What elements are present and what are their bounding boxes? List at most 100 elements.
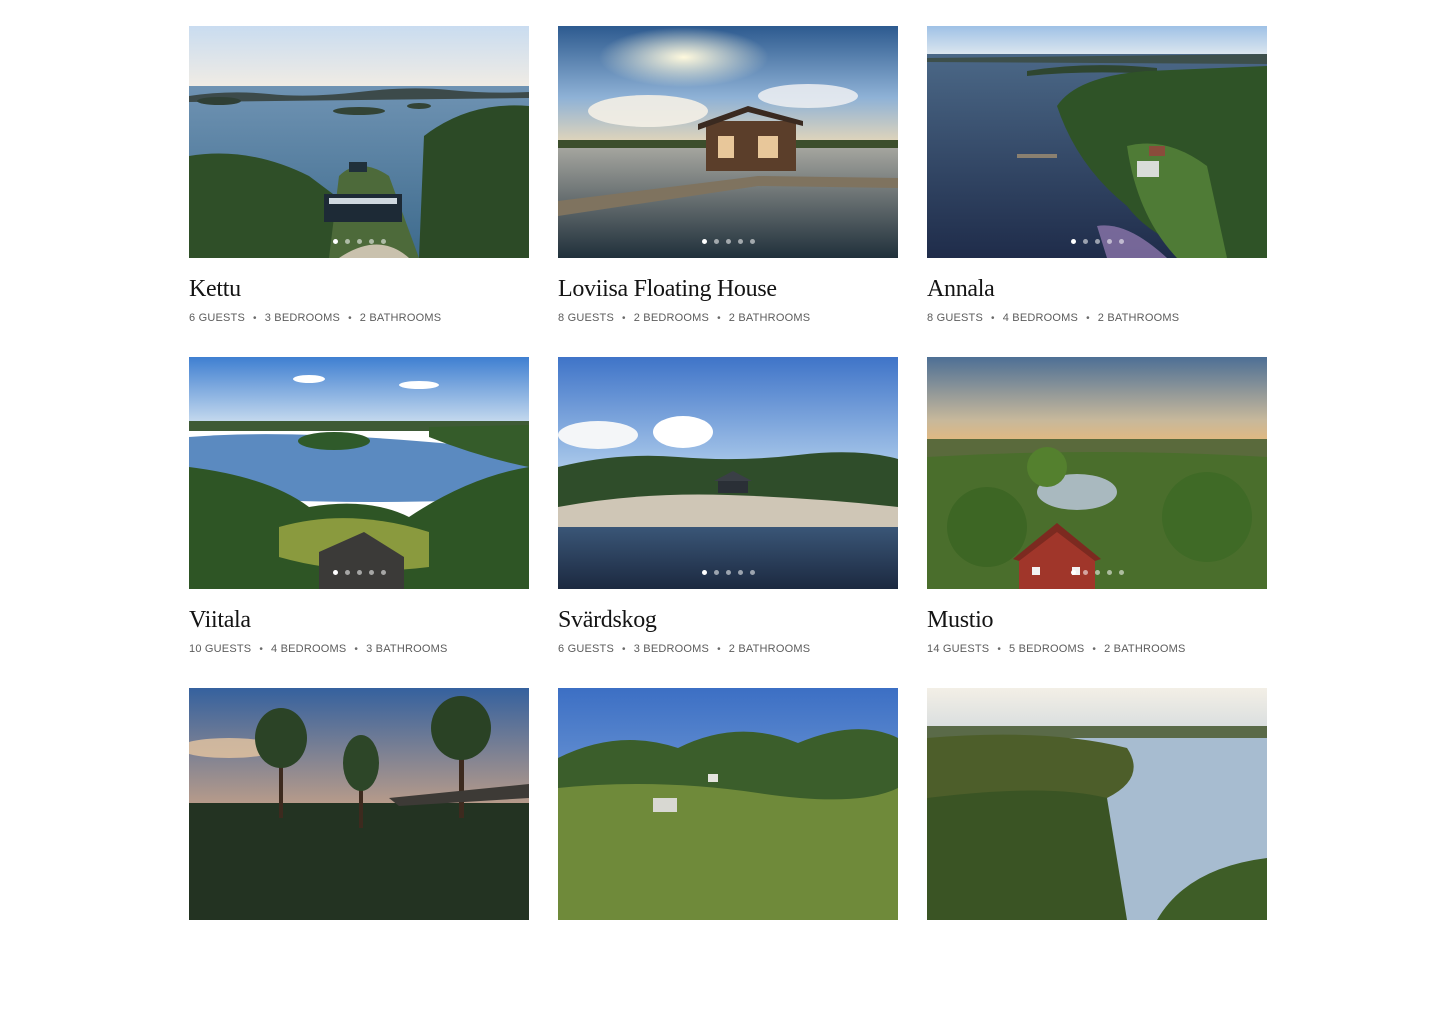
listing-photo[interactable]: [927, 26, 1267, 258]
separator: •: [717, 643, 721, 655]
listing-photo-image: [927, 26, 1267, 258]
listing-photo[interactable]: [927, 357, 1267, 589]
guests-count: 10 GUESTS: [189, 643, 252, 655]
carousel-dot[interactable]: [1070, 239, 1076, 244]
listing-title[interactable]: Mustio: [927, 607, 1267, 634]
separator: •: [253, 312, 257, 324]
bedrooms-count: 3 BEDROOMS: [264, 312, 341, 324]
carousel-dots[interactable]: [558, 239, 898, 244]
listing-photo[interactable]: [189, 688, 529, 920]
listing-card[interactable]: Mustio 14 GUESTS • 5 BEDROOMS • 2 BATHRO…: [927, 357, 1267, 688]
separator: •: [348, 312, 352, 324]
carousel-dots[interactable]: [189, 570, 529, 575]
carousel-dot[interactable]: [713, 239, 719, 244]
carousel-dot[interactable]: [701, 239, 707, 244]
listing-photo-image: [558, 357, 898, 589]
listing-photo-image: [189, 688, 529, 920]
bathrooms-count: 2 BATHROOMS: [1097, 312, 1180, 324]
bedrooms-count: 5 BEDROOMS: [1009, 643, 1085, 655]
listing-card[interactable]: [558, 688, 898, 1019]
carousel-dot[interactable]: [344, 570, 350, 575]
carousel-dot[interactable]: [356, 570, 362, 575]
separator: •: [354, 643, 359, 655]
carousel-dot[interactable]: [1082, 570, 1088, 575]
bedrooms-count: 4 BEDROOMS: [1002, 312, 1079, 324]
separator: •: [259, 643, 264, 655]
bathrooms-count: 2 BATHROOMS: [728, 643, 811, 655]
listing-photo[interactable]: [189, 26, 529, 258]
separator: •: [1086, 312, 1090, 324]
separator: •: [997, 643, 1002, 655]
listing-photo-image: [189, 26, 529, 258]
listing-meta: 8 GUESTS • 4 BEDROOMS • 2 BATHROOMS: [927, 312, 1267, 324]
carousel-dot[interactable]: [344, 239, 350, 244]
listing-card[interactable]: Svärdskog 6 GUESTS • 3 BEDROOMS • 2 BATH…: [558, 357, 898, 688]
carousel-dot[interactable]: [737, 570, 743, 575]
carousel-dot[interactable]: [368, 570, 374, 575]
listing-photo-image: [927, 688, 1267, 920]
carousel-dots[interactable]: [927, 570, 1267, 575]
listing-photo[interactable]: [189, 357, 529, 589]
listing-photo[interactable]: [558, 688, 898, 920]
listing-card[interactable]: [189, 688, 529, 1019]
listing-meta: 6 GUESTS • 3 BEDROOMS • 2 BATHROOMS: [558, 643, 898, 655]
carousel-dot[interactable]: [1106, 570, 1112, 575]
listing-photo-image: [558, 26, 898, 258]
listing-grid: Kettu 6 GUESTS • 3 BEDROOMS • 2 BATHROOM…: [189, 26, 1267, 1019]
separator: •: [622, 643, 626, 655]
listing-card[interactable]: Kettu 6 GUESTS • 3 BEDROOMS • 2 BATHROOM…: [189, 26, 529, 357]
separator: •: [622, 312, 626, 324]
carousel-dot[interactable]: [1082, 239, 1088, 244]
carousel-dot[interactable]: [1106, 239, 1112, 244]
carousel-dot[interactable]: [749, 239, 755, 244]
carousel-dots[interactable]: [558, 570, 898, 575]
listing-photo[interactable]: [927, 688, 1267, 920]
listing-card[interactable]: Annala 8 GUESTS • 4 BEDROOMS • 2 BATHROO…: [927, 26, 1267, 357]
carousel-dot[interactable]: [356, 239, 362, 244]
carousel-dot[interactable]: [749, 570, 755, 575]
carousel-dot[interactable]: [368, 239, 374, 244]
bedrooms-count: 4 BEDROOMS: [271, 643, 347, 655]
carousel-dot[interactable]: [380, 239, 386, 244]
carousel-dot[interactable]: [380, 570, 386, 575]
listing-title[interactable]: Annala: [927, 276, 1267, 303]
carousel-dot[interactable]: [1070, 570, 1076, 575]
listing-photo[interactable]: [558, 26, 898, 258]
listing-title[interactable]: Viitala: [189, 607, 529, 634]
listing-title[interactable]: Svärdskog: [558, 607, 898, 634]
listing-photo[interactable]: [558, 357, 898, 589]
carousel-dot[interactable]: [725, 570, 731, 575]
separator: •: [991, 312, 995, 324]
listing-title[interactable]: Loviisa Floating House: [558, 276, 898, 303]
separator: •: [1092, 643, 1097, 655]
guests-count: 8 GUESTS: [927, 312, 984, 324]
carousel-dots[interactable]: [927, 239, 1267, 244]
bathrooms-count: 3 BATHROOMS: [366, 643, 448, 655]
bathrooms-count: 2 BATHROOMS: [728, 312, 811, 324]
carousel-dot[interactable]: [737, 239, 743, 244]
listing-card[interactable]: Loviisa Floating House 8 GUESTS • 2 BEDR…: [558, 26, 898, 357]
carousel-dot[interactable]: [1118, 570, 1124, 575]
carousel-dot[interactable]: [713, 570, 719, 575]
carousel-dot[interactable]: [332, 570, 338, 575]
bathrooms-count: 2 BATHROOMS: [359, 312, 442, 324]
listing-photo-image: [558, 688, 898, 920]
listing-meta: 6 GUESTS • 3 BEDROOMS • 2 BATHROOMS: [189, 312, 529, 324]
listing-photo-image: [927, 357, 1267, 589]
carousel-dot[interactable]: [332, 239, 338, 244]
listing-meta: 8 GUESTS • 2 BEDROOMS • 2 BATHROOMS: [558, 312, 898, 324]
carousel-dot[interactable]: [725, 239, 731, 244]
listing-card[interactable]: Viitala 10 GUESTS • 4 BEDROOMS • 3 BATHR…: [189, 357, 529, 688]
carousel-dots[interactable]: [189, 239, 529, 244]
guests-count: 6 GUESTS: [558, 643, 615, 655]
listing-card[interactable]: [927, 688, 1267, 1019]
bedrooms-count: 3 BEDROOMS: [633, 643, 710, 655]
carousel-dot[interactable]: [1118, 239, 1124, 244]
bathrooms-count: 2 BATHROOMS: [1104, 643, 1186, 655]
listing-title[interactable]: Kettu: [189, 276, 529, 303]
carousel-dot[interactable]: [1094, 239, 1100, 244]
bedrooms-count: 2 BEDROOMS: [633, 312, 710, 324]
listing-meta: 10 GUESTS • 4 BEDROOMS • 3 BATHROOMS: [189, 643, 529, 655]
carousel-dot[interactable]: [1094, 570, 1100, 575]
carousel-dot[interactable]: [701, 570, 707, 575]
